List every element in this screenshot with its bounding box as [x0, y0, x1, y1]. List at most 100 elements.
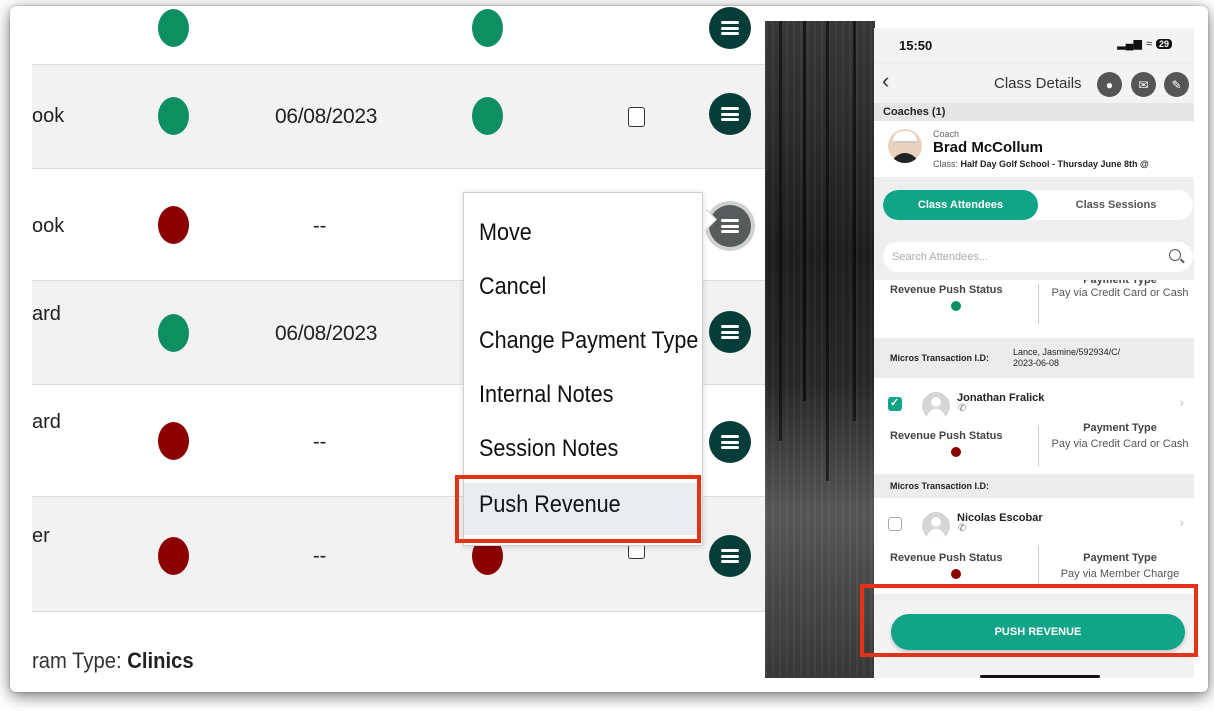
payment-type-value: Pay via Credit Card or Cash — [1051, 438, 1189, 450]
micros-label: Micros Transaction I.D: — [890, 353, 990, 363]
coach-class: Class: Half Day Golf School - Thursday J… — [933, 159, 1149, 169]
menu-item-change-payment-type[interactable]: Change Payment Type — [479, 327, 698, 355]
status-icons: ▂▄▆ ≈ 29 — [1117, 37, 1172, 50]
micros-value-date: 2023-06-08 — [1013, 358, 1060, 368]
date-cell: -- — [313, 215, 327, 237]
micros-transaction-row: Micros Transaction I.D: — [874, 474, 1194, 498]
date-cell: -- — [313, 431, 327, 453]
phone-icon[interactable]: ✆ — [958, 523, 966, 534]
battery-icon: 29 — [1155, 38, 1172, 49]
palette-icon[interactable]: ● — [1097, 72, 1122, 97]
wifi-icon: ≈ — [1145, 37, 1152, 50]
edit-icon[interactable]: ✎ — [1164, 72, 1189, 97]
divider — [1038, 284, 1039, 324]
divider — [1038, 546, 1039, 586]
micros-transaction-row: Micros Transaction I.D: Lance, Jasmine/5… — [874, 338, 1194, 378]
payment-type-value: Pay via Credit Card or Cash — [1051, 287, 1189, 299]
attendee-checkbox[interactable] — [888, 517, 902, 531]
attendee-name: ook — [32, 105, 65, 127]
tab-class-sessions[interactable]: Class Sessions — [1041, 190, 1191, 220]
page-title: Class Details — [994, 75, 1082, 92]
attendee-name: Jonathan Fralick — [957, 392, 1045, 404]
status-dot-green — [158, 9, 189, 47]
divider — [1038, 426, 1039, 466]
highlight-box — [860, 584, 1198, 657]
status-bar: 15:50 ▂▄▆ ≈ 29 — [874, 28, 1194, 62]
list-item[interactable]: Nicolas Escobar ✆ › Revenue Push Status … — [874, 498, 1194, 594]
attendee-name: Nicolas Escobar — [957, 512, 1043, 524]
status-dot-red — [158, 537, 189, 575]
nav-bar: ‹ Class Details ● ✉ ✎ — [874, 64, 1194, 104]
revenue-push-status-label: Revenue Push Status — [890, 430, 1003, 442]
revenue-push-status-label: Revenue Push Status — [890, 284, 1003, 296]
row-menu-button[interactable] — [709, 311, 751, 353]
payment-type-value: Pay via Member Charge — [1060, 568, 1180, 580]
coaches-header: Coaches (1) — [874, 103, 1194, 121]
search-placeholder: Search Attendees... — [892, 251, 989, 263]
row-checkbox[interactable] — [628, 107, 645, 127]
chevron-right-icon[interactable]: › — [1179, 514, 1184, 530]
attendee-list: Payment Type Revenue Push Status Pay via… — [874, 280, 1194, 600]
coach-name: Brad McCollum — [933, 139, 1044, 156]
status-dot-red — [951, 569, 961, 579]
chevron-right-icon[interactable]: › — [1179, 394, 1184, 410]
micros-label: Micros Transaction I.D: — [890, 481, 990, 491]
table-row: ook 06/08/2023 — [32, 64, 768, 170]
segmented-tabs: Class Attendees Class Sessions — [883, 190, 1193, 220]
hamburger-icon — [721, 435, 739, 449]
mail-icon[interactable]: ✉ — [1131, 72, 1156, 97]
attendee-avatar — [922, 392, 950, 420]
attendee-avatar — [922, 512, 950, 540]
background-photo — [765, 21, 875, 678]
attendee-name: ard — [32, 411, 61, 433]
payment-type-label: Payment Type — [1083, 422, 1157, 434]
status-dot-green — [158, 97, 189, 135]
coach-card[interactable]: Coach Brad McCollum Class: Half Day Golf… — [874, 121, 1194, 177]
phone-icon[interactable]: ✆ — [958, 403, 966, 414]
status-dot-red — [158, 422, 189, 460]
highlight-box — [455, 475, 701, 543]
coach-avatar — [888, 129, 922, 163]
status-dot-green — [951, 301, 961, 311]
payment-type-label: Payment Type — [1083, 280, 1157, 286]
attendee-checkbox-checked[interactable] — [888, 396, 902, 411]
row-menu-button[interactable] — [709, 535, 751, 577]
date-cell: 06/08/2023 — [275, 322, 378, 345]
date-cell: 06/08/2023 — [275, 105, 378, 128]
row-menu-button[interactable] — [709, 93, 751, 135]
search-input[interactable]: Search Attendees... — [883, 242, 1193, 272]
status-dot-red — [158, 206, 189, 244]
menu-item-cancel[interactable]: Cancel — [479, 273, 546, 301]
hamburger-icon — [721, 549, 739, 563]
menu-item-internal-notes[interactable]: Internal Notes — [479, 381, 613, 409]
hamburger-icon — [721, 107, 739, 121]
search-icon — [1169, 249, 1181, 261]
list-item[interactable]: Payment Type Revenue Push Status Pay via… — [874, 280, 1194, 338]
screenshot-frame: ook 06/08/2023 ook -- ard 06/08/2023 ard… — [10, 6, 1208, 692]
phone-screen: 15:50 ▂▄▆ ≈ 29 ‹ Class Details ● ✉ ✎ Coa… — [874, 28, 1194, 678]
payment-type-label: Payment Type — [1083, 552, 1157, 564]
menu-item-move[interactable]: Move — [479, 219, 532, 247]
row-menu-button[interactable] — [709, 7, 751, 49]
status-dot-green — [158, 314, 189, 352]
hamburger-icon — [721, 219, 739, 233]
tab-class-attendees[interactable]: Class Attendees — [883, 190, 1038, 220]
attendee-name: ook — [32, 215, 65, 237]
row-menu-button[interactable] — [709, 421, 751, 463]
program-type-value: Clinics — [127, 648, 194, 673]
attendee-name: er — [32, 525, 50, 547]
row-menu-button-active[interactable] — [709, 205, 751, 247]
status-dot-green — [472, 97, 503, 135]
status-dot-green — [472, 9, 503, 47]
status-dot-red — [951, 447, 961, 457]
back-chevron-icon[interactable]: ‹ — [882, 68, 889, 94]
clock: 15:50 — [899, 38, 933, 53]
coach-role: Coach — [933, 129, 960, 139]
hamburger-icon — [721, 325, 739, 339]
date-cell: -- — [313, 545, 327, 567]
revenue-push-status-label: Revenue Push Status — [890, 552, 1003, 564]
menu-item-session-notes[interactable]: Session Notes — [479, 435, 618, 463]
signal-icon: ▂▄▆ — [1117, 38, 1142, 50]
list-item[interactable]: Jonathan Fralick ✆ › Revenue Push Status… — [874, 378, 1194, 474]
home-indicator — [980, 675, 1100, 678]
